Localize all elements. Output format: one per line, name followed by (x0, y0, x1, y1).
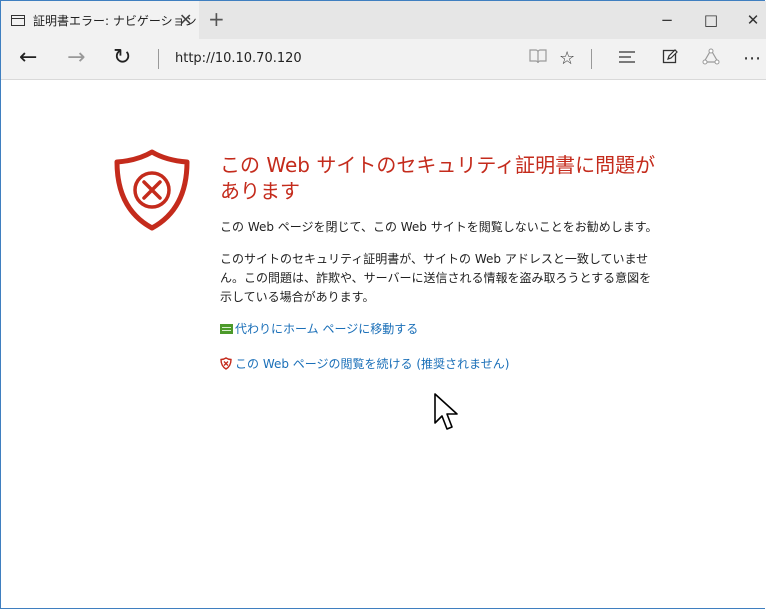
tab-title: 証明書エラー: ナビゲーション (33, 13, 197, 28)
navigation-bar: ← → ↻ http://10.10.70.120 ☆ ⋯ (1, 39, 766, 80)
minimize-button[interactable]: − (653, 7, 681, 33)
continue-to-site-link[interactable]: この Web ページの閲覧を続ける (推奨されません) (235, 355, 509, 372)
web-note-icon[interactable] (662, 48, 678, 70)
close-window-button[interactable]: ✕ (739, 7, 766, 33)
tab-certificate-error[interactable]: 証明書エラー: ナビゲーション ✕ (1, 1, 199, 39)
home-link-row[interactable]: 代わりにホーム ページに移動する (220, 320, 660, 337)
error-content: この Web サイトのセキュリティ証明書に問題があります この Web ページを… (220, 152, 660, 372)
hub-icon[interactable] (618, 48, 636, 70)
tab-page-icon (11, 14, 25, 26)
forward-button[interactable]: → (67, 46, 85, 70)
reading-view-icon[interactable] (529, 48, 547, 70)
more-options-icon[interactable]: ⋯ (743, 48, 761, 70)
small-shield-icon (220, 357, 232, 370)
mouse-cursor-icon (434, 393, 458, 430)
toolbar-separator (591, 49, 592, 69)
maximize-button[interactable]: □ (697, 7, 725, 33)
page-title: この Web サイトのセキュリティ証明書に問題があります (220, 153, 656, 203)
address-bar-url[interactable]: http://10.10.70.120 (175, 51, 302, 66)
continue-link-row[interactable]: この Web ページの閲覧を続ける (推奨されません) (220, 355, 660, 372)
title-bar: 証明書エラー: ナビゲーション ✕ + − □ ✕ (1, 1, 766, 39)
address-separator (158, 49, 159, 69)
security-warning-shield-icon (114, 149, 190, 231)
new-tab-button[interactable]: + (208, 8, 225, 30)
recommendation-text: この Web ページを閉じて、この Web サイトを閲覧しないことをお勧めします… (220, 220, 658, 234)
favorite-star-icon[interactable]: ☆ (559, 48, 575, 70)
refresh-button[interactable]: ↻ (113, 46, 131, 70)
tab-close-icon[interactable]: ✕ (179, 10, 192, 30)
go-to-home-link[interactable]: 代わりにホーム ページに移動する (235, 320, 418, 337)
share-icon[interactable] (702, 48, 720, 72)
back-button[interactable]: ← (19, 46, 37, 70)
home-page-icon (220, 323, 233, 334)
details-text: このサイトのセキュリティ証明書が、サイトの Web アドレスと一致していません。… (220, 252, 652, 304)
